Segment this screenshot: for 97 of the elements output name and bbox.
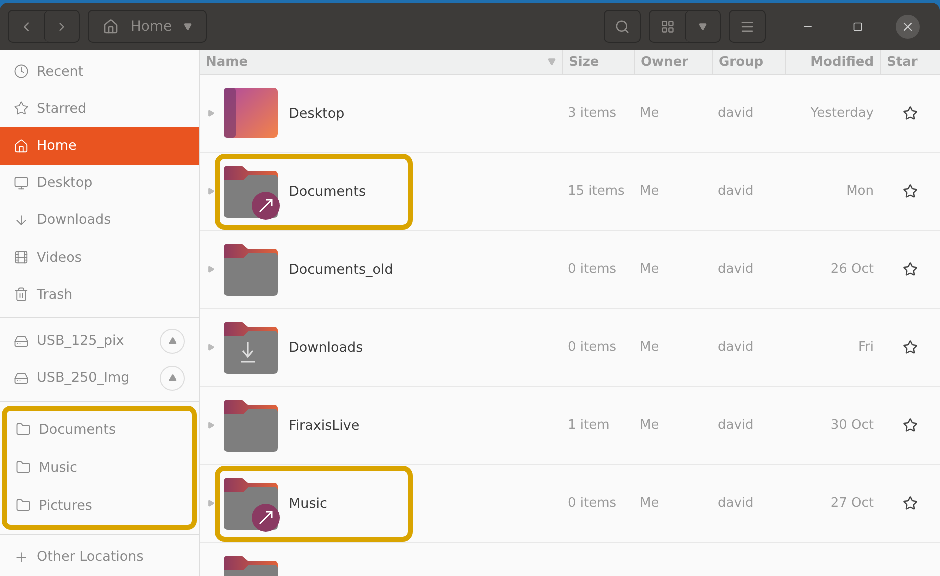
- expander-icon: [208, 110, 215, 117]
- expander-icon: [208, 500, 215, 507]
- group-text: david: [718, 496, 754, 511]
- size-text: 0 items: [568, 340, 617, 355]
- file-name: Desktop: [289, 106, 345, 122]
- column-header[interactable]: Size: [562, 50, 634, 74]
- sidebar-item[interactable]: Documents: [7, 410, 192, 449]
- video-icon: [14, 250, 29, 266]
- maximize-icon: [853, 22, 863, 32]
- expander-icon: [208, 266, 215, 273]
- desktop-icon: [14, 176, 29, 191]
- search-icon: [615, 18, 630, 34]
- eject-icon: [168, 374, 176, 382]
- sidebar-item[interactable]: Trash: [0, 276, 199, 314]
- file-row[interactable]: Documents 15 items Me david Mon: [200, 153, 940, 231]
- group-text: david: [718, 340, 754, 355]
- modified-text: Yesterday: [810, 106, 874, 121]
- sort-icon: [548, 58, 556, 66]
- plus-icon: [14, 550, 29, 565]
- file-name: Documents_old: [289, 262, 394, 278]
- size-text: 15 items: [568, 184, 625, 199]
- folder-icon: [222, 242, 280, 298]
- owner-text: Me: [640, 106, 660, 121]
- star-icon[interactable]: [902, 496, 918, 511]
- file-name: Documents: [289, 184, 366, 200]
- sidebar-item[interactable]: USB_250_Img: [0, 360, 199, 397]
- group-text: david: [718, 106, 754, 121]
- expander-icon: [208, 344, 215, 351]
- expander-icon: [208, 188, 215, 195]
- file-row[interactable]: Music 0 items Me david 27 Oct: [200, 465, 940, 543]
- column-header[interactable]: Group: [712, 50, 785, 74]
- star-icon: [14, 101, 29, 116]
- folder-icon: [222, 398, 280, 454]
- grid-icon: [660, 20, 674, 34]
- owner-text: Me: [640, 340, 660, 355]
- size-text: 0 items: [568, 496, 617, 511]
- file-row[interactable]: Documents_old 0 items Me david 26 Oct: [200, 231, 940, 309]
- group-text: david: [718, 184, 754, 199]
- star-icon[interactable]: [902, 340, 918, 355]
- close-button[interactable]: [896, 14, 920, 38]
- owner-text: Me: [640, 262, 660, 277]
- column-header[interactable]: Star: [880, 50, 940, 74]
- group-text: david: [718, 418, 754, 433]
- size-text: 3 items: [568, 106, 617, 121]
- sidebar-item[interactable]: USB_125_pix: [0, 322, 199, 360]
- star-icon[interactable]: [902, 262, 918, 277]
- download-folder-icon: [222, 320, 280, 376]
- modified-text: Fri: [858, 340, 874, 355]
- sidebar-item[interactable]: Other Locations: [0, 538, 199, 576]
- size-text: 1 item: [568, 418, 610, 433]
- sidebar-item[interactable]: Home: [0, 127, 199, 165]
- column-header[interactable]: Name: [200, 50, 562, 74]
- file-row[interactable]: Desktop 3 items Me david Yesterday: [200, 75, 940, 153]
- link-folder-icon: [222, 164, 280, 220]
- modified-text: Mon: [846, 184, 874, 199]
- file-row[interactable]: FiraxisLive 1 item Me david 30 Oct: [200, 387, 940, 465]
- clock-icon: [14, 64, 29, 80]
- caret-icon: [699, 22, 707, 30]
- sidebar-item[interactable]: Music: [7, 448, 192, 487]
- star-icon[interactable]: [902, 418, 918, 433]
- file-name: Downloads: [289, 340, 364, 356]
- caret-icon: [184, 22, 192, 30]
- modified-text: 27 Oct: [830, 496, 874, 511]
- size-text: 0 items: [568, 262, 617, 277]
- eject-button[interactable]: [160, 328, 185, 354]
- sidebar-item[interactable]: Starred: [0, 90, 199, 128]
- link-folder-icon: [222, 476, 280, 532]
- sidebar-item[interactable]: Recent: [0, 53, 199, 90]
- home-icon: [14, 138, 29, 154]
- home-icon: [102, 18, 119, 34]
- drive-icon: [14, 370, 29, 386]
- group-text: david: [718, 262, 754, 277]
- file-name: Music: [289, 496, 328, 512]
- expander-icon: [208, 422, 215, 429]
- owner-text: Me: [640, 184, 660, 199]
- file-row[interactable]: Downloads 0 items Me david Fri: [200, 309, 940, 387]
- owner-text: Me: [640, 496, 660, 511]
- folder-icon: [16, 498, 31, 514]
- drive-icon: [14, 334, 29, 348]
- modified-text: 30 Oct: [830, 418, 874, 433]
- folder-icon: [16, 460, 31, 476]
- sidebar-item[interactable]: Pictures: [7, 486, 192, 525]
- folder-icon: [16, 422, 31, 438]
- sidebar-item[interactable]: Desktop: [0, 164, 199, 202]
- trash-icon: [14, 287, 29, 302]
- download-icon: [14, 212, 29, 228]
- sidebar-item[interactable]: Downloads: [0, 202, 199, 240]
- column-header[interactable]: Modified: [785, 50, 880, 74]
- owner-text: Me: [640, 418, 660, 433]
- star-icon[interactable]: [902, 184, 918, 199]
- modified-text: 26 Oct: [830, 262, 874, 277]
- star-icon[interactable]: [902, 106, 918, 121]
- sidebar-item[interactable]: Videos: [0, 239, 199, 276]
- eject-icon: [168, 337, 176, 345]
- file-name: FiraxisLive: [289, 418, 360, 434]
- eject-button[interactable]: [160, 366, 185, 391]
- column-header[interactable]: Owner: [634, 50, 712, 74]
